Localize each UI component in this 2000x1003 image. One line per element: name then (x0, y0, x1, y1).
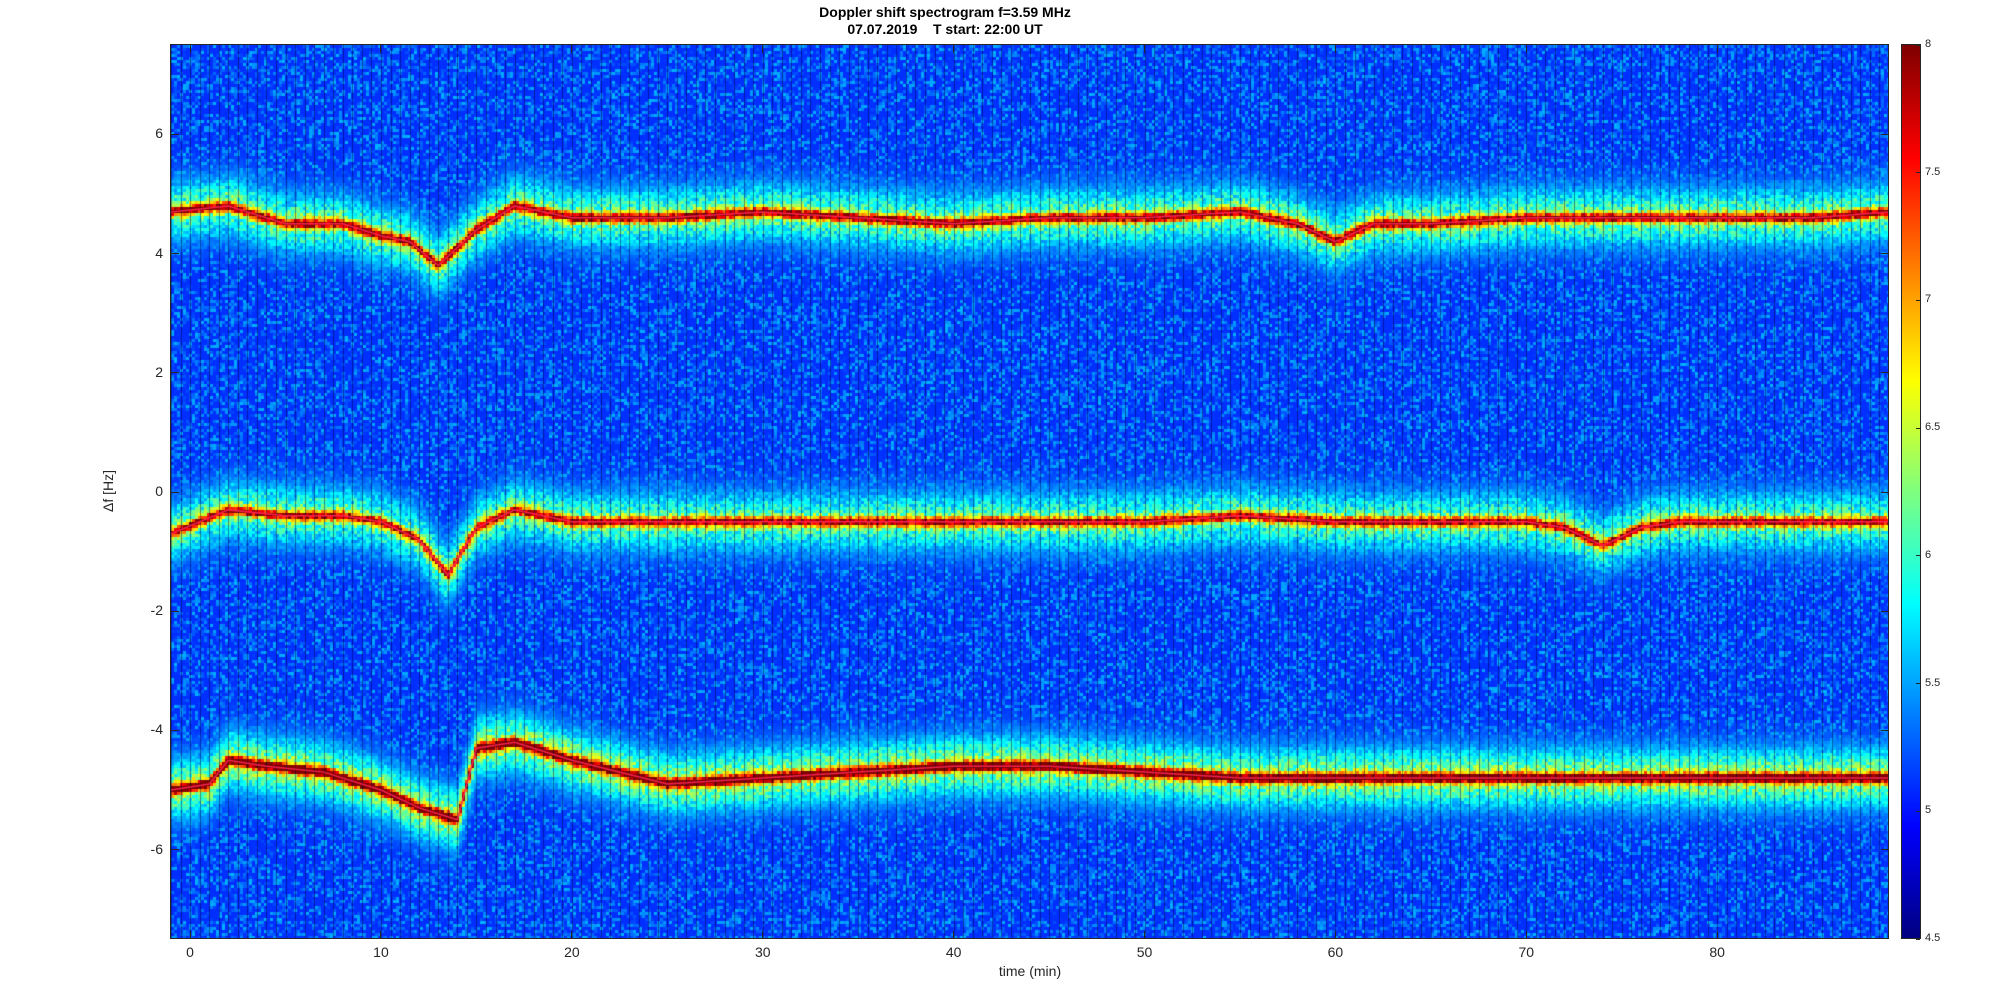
y-tick-mark (171, 491, 179, 493)
y-tick-label: -4 (150, 721, 163, 738)
x-tick-mark (1716, 931, 1718, 939)
x-tick-mark-top (1144, 45, 1146, 53)
colorbar-tick-label: 7 (1925, 293, 1932, 306)
y-tick-mark-right (1881, 849, 1889, 851)
x-tick-label: 50 (1136, 944, 1153, 960)
x-tick-mark (380, 931, 382, 939)
x-tick-label: 70 (1518, 944, 1535, 960)
x-tick-mark (1525, 931, 1527, 939)
colorbar-tick-mark (1916, 938, 1920, 940)
x-tick-mark (1334, 931, 1336, 939)
chart-title: Doppler shift spectrogram f=3.59 MHz (819, 4, 1071, 20)
y-tick-mark-right (1881, 372, 1889, 374)
y-tick-label: -2 (150, 602, 163, 619)
colorbar-tick-mark (1916, 172, 1920, 174)
y-tick-mark-right (1881, 253, 1889, 255)
colorbar-tick-mark (1916, 810, 1920, 812)
y-tick-mark (171, 372, 179, 374)
colorbar-tick-label: 4.5 (1925, 932, 1941, 944)
spectrogram-figure: Doppler shift spectrogram f=3.59 MHz 07.… (0, 0, 2000, 1003)
x-tick-mark-top (1716, 45, 1718, 53)
x-tick-mark-top (380, 45, 382, 53)
y-tick-mark (171, 133, 179, 135)
colorbar-tick-label: 6 (1925, 548, 1932, 561)
chart-subtitle: 07.07.2019 T start: 22:00 UT (847, 21, 1043, 37)
colorbar-tick-label: 7.5 (1925, 165, 1941, 178)
colorbar-tick-mark (1916, 299, 1920, 301)
x-axis-label: time (min) (998, 963, 1062, 979)
y-tick-mark (171, 729, 179, 731)
colorbar-tick-label: 5 (1925, 804, 1932, 817)
y-tick-mark (171, 849, 179, 851)
colorbar-tick-label: 6.5 (1925, 421, 1941, 434)
x-tick-mark (571, 931, 573, 939)
x-tick-mark (762, 931, 764, 939)
y-tick-mark-right (1881, 133, 1889, 135)
colorbar-tick-label: 5.5 (1925, 676, 1941, 689)
colorbar-tick-mark (1916, 44, 1920, 46)
x-tick-mark-top (189, 45, 191, 53)
x-tick-label: 80 (1709, 944, 1725, 960)
y-tick-label: -6 (150, 840, 163, 857)
y-tick-label: 6 (155, 125, 163, 142)
x-tick-label: 40 (945, 944, 962, 960)
chart-title-block: Doppler shift spectrogram f=3.59 MHz 07.… (170, 4, 1720, 38)
x-tick-mark-top (1525, 45, 1527, 53)
x-tick-label: 20 (564, 944, 580, 960)
x-tick-mark (189, 931, 191, 939)
colorbar-tick-mark (1916, 683, 1920, 685)
y-tick-mark-right (1881, 610, 1889, 612)
x-tick-mark-top (1334, 45, 1336, 53)
y-tick-mark-right (1881, 491, 1889, 493)
colorbar-tick-label: 8 (1925, 38, 1932, 50)
x-tick-mark (1144, 931, 1146, 939)
x-tick-label: 10 (373, 944, 389, 960)
x-tick-mark (953, 931, 955, 939)
y-tick-label: 4 (155, 244, 163, 261)
colorbar-tick-mark (1916, 427, 1920, 429)
colorbar (1902, 45, 1920, 939)
x-tick-label: 0 (186, 944, 194, 960)
y-tick-mark (171, 610, 179, 612)
x-tick-mark-top (762, 45, 764, 53)
y-tick-label: 0 (155, 483, 163, 499)
y-tick-mark (171, 253, 179, 255)
spectrogram-heatmap (171, 45, 1889, 939)
x-tick-mark-top (571, 45, 573, 53)
colorbar-tick-mark (1916, 555, 1920, 557)
x-tick-label: 30 (754, 944, 771, 960)
x-tick-label: 60 (1327, 944, 1344, 960)
x-tick-mark-top (953, 45, 955, 53)
y-axis-label: Δf [Hz] (100, 469, 116, 513)
y-tick-label: 2 (155, 363, 163, 380)
y-tick-mark-right (1881, 729, 1889, 731)
